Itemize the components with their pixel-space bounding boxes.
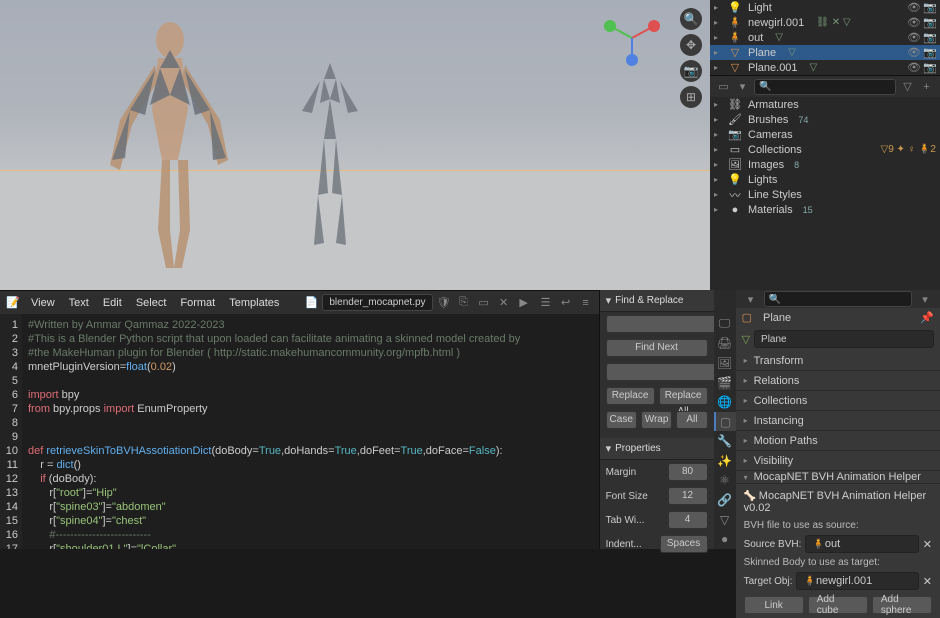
- asset-item[interactable]: ▸〰Line Styles: [710, 187, 940, 202]
- camera-icon[interactable]: 📷: [680, 60, 702, 82]
- eye-icon[interactable]: 👁: [907, 46, 920, 59]
- margin-field[interactable]: 80: [668, 463, 708, 481]
- camera-vis-icon[interactable]: 📷: [923, 16, 936, 29]
- camera-vis-icon[interactable]: 📷: [923, 1, 936, 14]
- nav-gizmo[interactable]: [602, 8, 662, 68]
- tab-scene[interactable]: 🎬: [714, 373, 736, 393]
- tab-physics[interactable]: ⚛: [714, 471, 736, 491]
- asset-item[interactable]: ▸●Materials15: [710, 202, 940, 217]
- tab-modifiers[interactable]: 🔧: [714, 431, 736, 451]
- text-sidebar: ▾Find & Replace ✎ Find Next ✎ ReplaceRep…: [599, 290, 714, 549]
- source-bvh-field[interactable]: 🧍 out: [805, 535, 918, 553]
- indent-field[interactable]: Spaces: [660, 535, 708, 553]
- menu-view[interactable]: View: [24, 294, 62, 312]
- tab-world[interactable]: 🌐: [714, 392, 736, 412]
- mesh-name-field[interactable]: Plane: [754, 330, 934, 348]
- asset-item[interactable]: ▸🖌Brushes74: [710, 112, 940, 127]
- link-button[interactable]: Link: [744, 596, 804, 614]
- asset-item[interactable]: ▸🖼Images8: [710, 157, 940, 172]
- menu-select[interactable]: Select: [129, 294, 174, 312]
- panel-relations[interactable]: ▸Relations: [736, 371, 940, 391]
- tab-output[interactable]: 🖨: [714, 334, 736, 354]
- figure-armature: [290, 55, 370, 255]
- outliner-item[interactable]: ▸💡Light👁📷: [710, 0, 940, 15]
- tab-data[interactable]: ▽: [714, 510, 736, 530]
- display-mode-icon[interactable]: ▭: [716, 78, 731, 96]
- asset-item[interactable]: ▸💡Lights: [710, 172, 940, 187]
- eye-icon[interactable]: 👁: [907, 61, 920, 74]
- tab-viewlayer[interactable]: 🖼: [714, 353, 736, 373]
- tab-constraints[interactable]: 🔗: [714, 490, 736, 510]
- panel-collections[interactable]: ▸Collections: [736, 391, 940, 411]
- text-editor-header: 📝 ViewTextEditSelectFormatTemplates 📄 bl…: [0, 290, 599, 314]
- editor-type-icon[interactable]: 📝: [4, 294, 22, 312]
- add-icon[interactable]: +: [919, 78, 934, 96]
- new-icon[interactable]: ▭: [475, 294, 493, 312]
- eye-icon[interactable]: 👁: [907, 31, 920, 44]
- tab-render[interactable]: 🖵: [714, 314, 736, 334]
- syntax-icon[interactable]: ≡: [577, 294, 595, 312]
- outliner-panel: ▸💡Light👁📷▸🧍newgirl.001⛓ ✕ ▽👁📷▸🧍out▽👁📷▸▽P…: [710, 0, 940, 75]
- add-sphere-button[interactable]: Add sphere: [872, 596, 932, 614]
- all-button[interactable]: All: [676, 411, 707, 429]
- outliner-item[interactable]: ▸▽Plane▽👁📷: [710, 45, 940, 60]
- tabwidth-field[interactable]: 4: [668, 511, 708, 529]
- panel-transform[interactable]: ▸Transform: [736, 351, 940, 371]
- menu-templates[interactable]: Templates: [222, 294, 286, 312]
- target-obj-field[interactable]: 🧍 newgirl.001: [796, 572, 918, 590]
- code-area[interactable]: #Written by Ammar Qammaz 2022-2023 #This…: [22, 314, 599, 549]
- menu-text[interactable]: Text: [62, 294, 96, 312]
- dropdown-icon[interactable]: ▾: [742, 290, 760, 308]
- properties-search[interactable]: [764, 291, 912, 307]
- shield-icon[interactable]: 🛡: [435, 294, 453, 312]
- file-icon[interactable]: 📄: [302, 294, 320, 312]
- asset-item[interactable]: ▸▭Collections▽9 ✦ ♀ 🧍2: [710, 142, 940, 157]
- asset-item[interactable]: ▸📷Cameras: [710, 127, 940, 142]
- wrap-icon[interactable]: ↩: [557, 294, 575, 312]
- camera-vis-icon[interactable]: 📷: [923, 31, 936, 44]
- tab-material[interactable]: ●: [714, 529, 736, 549]
- clear-icon[interactable]: ✕: [923, 575, 932, 588]
- panel-visibility[interactable]: ▸Visibility: [736, 451, 940, 471]
- panel-instancing[interactable]: ▸Instancing: [736, 411, 940, 431]
- replace-button[interactable]: Replace: [606, 387, 655, 405]
- replace-all-button[interactable]: Replace All: [659, 387, 708, 405]
- tab-object[interactable]: ▢: [714, 412, 736, 432]
- filename-field[interactable]: blender_mocapnet.py: [322, 294, 432, 311]
- unlink-icon[interactable]: ⎘: [455, 294, 473, 312]
- outliner-item[interactable]: ▸🧍out▽👁📷: [710, 30, 940, 45]
- outliner-item[interactable]: ▸▽Plane.001▽👁📷: [710, 60, 940, 75]
- outliner-item[interactable]: ▸🧍newgirl.001⛓ ✕ ▽👁📷: [710, 15, 940, 30]
- panel-mocapnet[interactable]: ▾MocapNET BVH Animation Helper: [736, 471, 940, 484]
- properties-tabs: 🖵 🖨 🖼 🎬 🌐 ▢ 🔧 ✨ ⚛ 🔗 ▽ ●: [714, 290, 736, 549]
- wrap-button[interactable]: Wrap: [641, 411, 672, 429]
- figure-human: [100, 10, 240, 270]
- zoom-icon[interactable]: 🔍: [680, 8, 702, 30]
- eye-icon[interactable]: 👁: [907, 16, 920, 29]
- filter-dropdown-icon[interactable]: ▾: [735, 78, 750, 96]
- panel-motion-paths[interactable]: ▸Motion Paths: [736, 431, 940, 451]
- run-icon[interactable]: ▶: [515, 294, 533, 312]
- fontsize-field[interactable]: 12: [668, 487, 708, 505]
- tab-particles[interactable]: ✨: [714, 451, 736, 471]
- object-name: Plane: [763, 312, 791, 324]
- camera-vis-icon[interactable]: 📷: [923, 46, 936, 59]
- case-button[interactable]: Case: [606, 411, 637, 429]
- viewport-3d[interactable]: 🔍 ✥ 📷 ⊞: [0, 0, 710, 290]
- close-icon[interactable]: ✕: [495, 294, 513, 312]
- add-cube-button[interactable]: Add cube: [808, 596, 868, 614]
- line-numbers-icon[interactable]: ☰: [537, 294, 555, 312]
- move-icon[interactable]: ✥: [680, 34, 702, 56]
- grid-icon[interactable]: ⊞: [680, 86, 702, 108]
- funnel-icon[interactable]: ▽: [900, 78, 915, 96]
- camera-vis-icon[interactable]: 📷: [923, 61, 936, 74]
- find-next-button[interactable]: Find Next: [606, 339, 708, 357]
- eye-icon[interactable]: 👁: [907, 1, 920, 14]
- search-input[interactable]: [754, 79, 896, 95]
- menu-format[interactable]: Format: [173, 294, 222, 312]
- menu-edit[interactable]: Edit: [96, 294, 129, 312]
- asset-item[interactable]: ▸⛓Armatures: [710, 97, 940, 112]
- options-icon[interactable]: ▾: [916, 290, 934, 308]
